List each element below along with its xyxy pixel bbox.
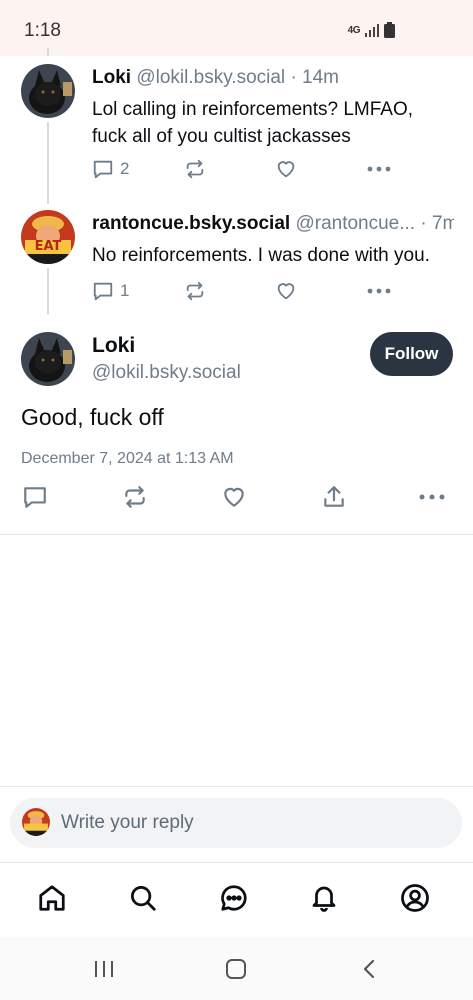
repost-button[interactable] xyxy=(184,158,206,180)
status-bar: 1:18 4G xyxy=(0,0,473,56)
network-label: 4G xyxy=(347,24,361,36)
author-handle[interactable]: @lokil.bsky.social xyxy=(136,67,285,88)
back-icon xyxy=(363,959,375,979)
follow-button[interactable]: Follow xyxy=(370,332,453,376)
share-icon xyxy=(324,486,344,507)
post-text: Lol calling in reinforcements? LMFAO, fu… xyxy=(92,99,414,147)
repost-button[interactable] xyxy=(184,280,206,302)
chat-icon xyxy=(221,885,247,911)
signal-icon xyxy=(365,24,379,37)
recents-button[interactable] xyxy=(92,957,116,981)
divider xyxy=(0,786,473,787)
reply-icon xyxy=(93,160,113,179)
more-button[interactable] xyxy=(418,484,446,510)
avatar[interactable] xyxy=(21,64,75,118)
avatar xyxy=(22,808,50,836)
status-icons: 4G xyxy=(348,22,395,38)
battery-icon xyxy=(384,22,395,38)
heart-icon xyxy=(277,283,295,300)
reply-composer[interactable]: Write your reply xyxy=(10,798,462,848)
thread-line xyxy=(47,122,49,204)
author-name[interactable]: rantoncue.bsky.social xyxy=(92,213,290,234)
thread-line xyxy=(47,268,49,314)
reply-icon xyxy=(93,282,113,301)
heart-icon xyxy=(277,161,295,178)
reply-count: 2 xyxy=(120,159,130,178)
reply-placeholder[interactable]: Write your reply xyxy=(61,812,194,834)
more-button[interactable] xyxy=(366,280,392,302)
more-icon xyxy=(367,166,391,172)
recents-icon xyxy=(95,961,113,977)
avatar[interactable] xyxy=(21,332,75,386)
home-system-icon xyxy=(226,959,246,979)
status-time: 1:18 xyxy=(24,20,61,41)
post-time: 14m xyxy=(302,67,340,88)
more-button[interactable] xyxy=(366,158,392,180)
thread-post[interactable]: Loki @lokil.bsky.social · 14m Lol callin… xyxy=(0,48,473,204)
home-icon xyxy=(39,885,65,911)
like-button[interactable] xyxy=(221,484,247,510)
post-time: 7m xyxy=(431,213,454,234)
nav-chat[interactable] xyxy=(217,881,251,915)
reply-count: 1 xyxy=(120,281,130,300)
nav-notifications[interactable] xyxy=(307,881,341,915)
bottom-nav xyxy=(0,862,473,936)
reply-button[interactable] xyxy=(22,484,48,510)
main-post-actions xyxy=(0,484,473,514)
separator: · xyxy=(420,213,427,234)
avatar[interactable]: EAT xyxy=(21,210,75,264)
more-icon xyxy=(419,494,445,500)
home-system-button[interactable] xyxy=(224,957,248,981)
repost-icon xyxy=(186,281,204,301)
bell-icon xyxy=(312,886,336,912)
avatar-text: EAT xyxy=(34,239,62,254)
author-handle[interactable]: @lokil.bsky.social xyxy=(92,362,241,384)
nav-profile[interactable] xyxy=(398,881,432,915)
heart-icon xyxy=(224,487,244,507)
author-name[interactable]: Loki xyxy=(92,67,131,88)
post-actions: 2 xyxy=(92,158,402,184)
post-actions: 1 xyxy=(92,280,402,306)
reply-icon xyxy=(24,487,46,508)
nav-home[interactable] xyxy=(35,881,69,915)
separator: · xyxy=(290,67,297,88)
post-header[interactable]: rantoncue.bsky.social @rantoncue... · 7m xyxy=(92,213,454,235)
post-header[interactable]: Loki @lokil.bsky.social · 14m xyxy=(92,67,454,89)
back-button[interactable] xyxy=(357,957,381,981)
like-button[interactable] xyxy=(275,158,297,180)
post-text: No reinforcements. I was done with you. xyxy=(92,245,430,266)
thread-line xyxy=(47,48,49,56)
system-nav-bar xyxy=(0,937,473,1000)
author-name[interactable]: Loki xyxy=(92,334,135,358)
author-handle[interactable]: @rantoncue... xyxy=(295,213,415,234)
thread-post[interactable]: EAT rantoncue.bsky.social @rantoncue... … xyxy=(0,196,473,322)
repost-button[interactable] xyxy=(122,484,148,510)
post-text: Good, fuck off xyxy=(21,404,164,430)
post-date: December 7, 2024 at 1:13 AM xyxy=(21,450,234,467)
repost-icon xyxy=(186,159,204,179)
nav-search[interactable] xyxy=(126,881,160,915)
search-icon xyxy=(131,886,156,911)
reply-button[interactable]: 1 xyxy=(92,280,129,302)
reply-button[interactable]: 2 xyxy=(92,158,129,180)
repost-icon xyxy=(125,486,145,508)
profile-icon xyxy=(401,884,429,912)
share-button[interactable] xyxy=(321,484,347,510)
more-icon xyxy=(367,288,391,294)
divider xyxy=(0,534,473,535)
like-button[interactable] xyxy=(275,280,297,302)
